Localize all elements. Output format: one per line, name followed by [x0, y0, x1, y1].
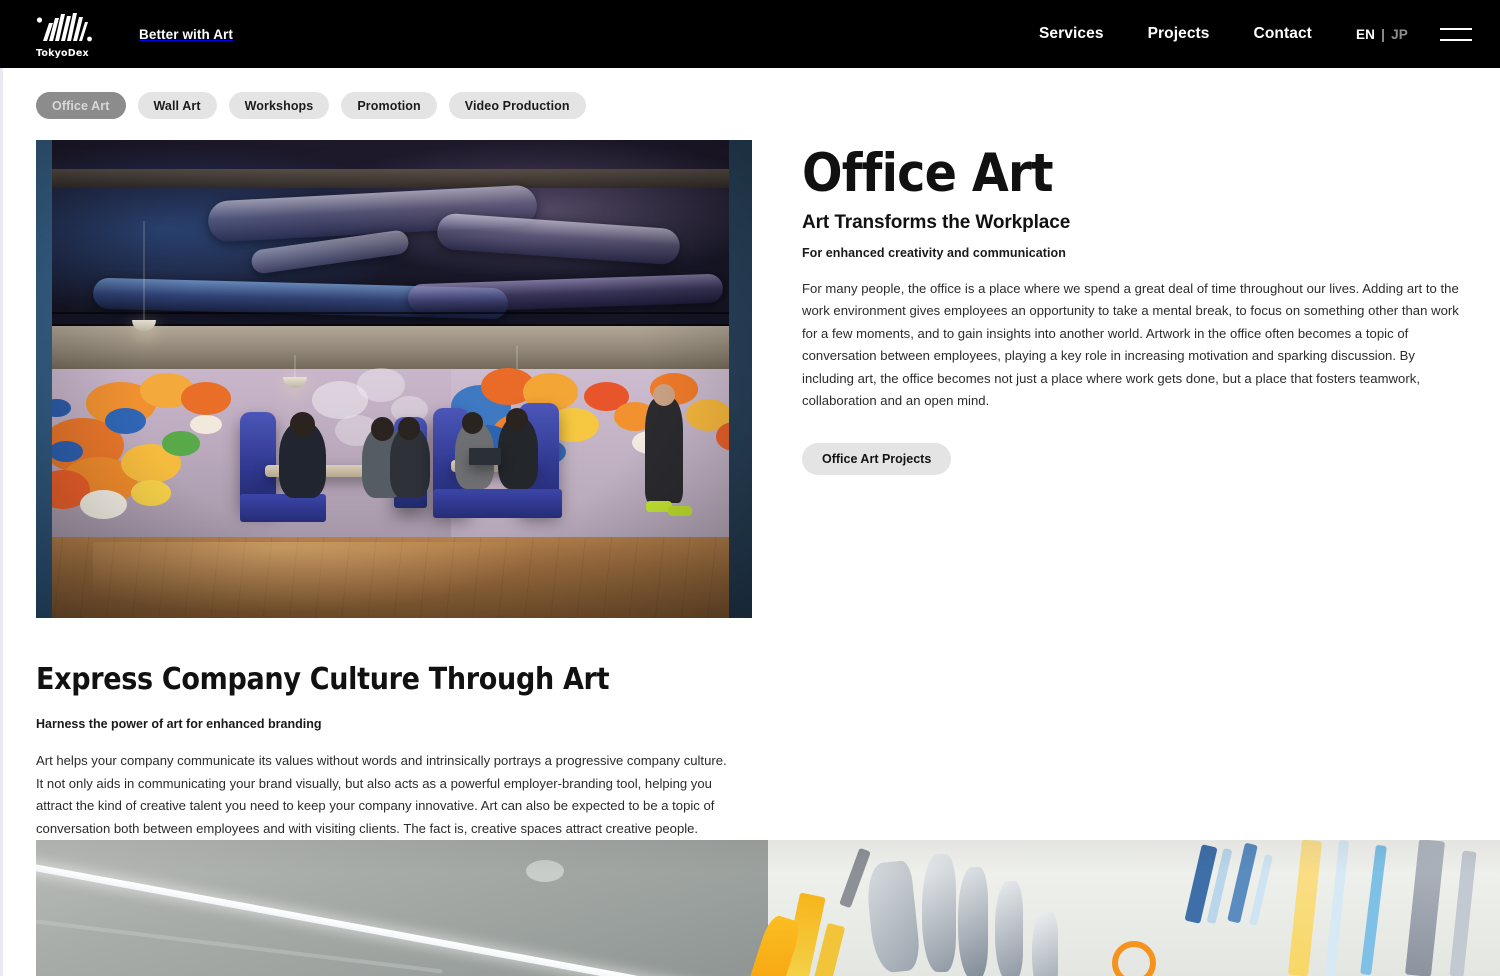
site-header: TokyoDex Better with Art Services Projec…	[0, 0, 1500, 68]
walking-person	[644, 398, 684, 504]
language-option-en[interactable]: EN	[1356, 27, 1375, 42]
hero-section: Office Art Art Transforms the Workplace …	[0, 119, 1500, 618]
nav-item-projects[interactable]: Projects	[1148, 25, 1210, 43]
ceiling-panel	[36, 840, 798, 976]
filter-chip-video-production[interactable]: Video Production	[448, 92, 586, 119]
viewport-left-edge	[0, 68, 3, 976]
filter-chip-workshops[interactable]: Workshops	[228, 92, 330, 119]
primary-navigation: Services Projects Contact EN | JP	[995, 23, 1500, 45]
hero-kicker: For enhanced creativity and communicatio…	[802, 245, 1066, 260]
hero-photo-scene	[36, 140, 752, 618]
filter-chip-wall-art[interactable]: Wall Art	[137, 92, 217, 119]
section-subheading: Harness the power of art for enhanced br…	[36, 717, 322, 731]
office-ceiling-mural-wide-photo	[36, 840, 1500, 976]
mural-shape-metallic	[994, 880, 1023, 976]
booth-seat-base	[240, 493, 326, 523]
pendant-lamp	[132, 221, 157, 332]
language-separator: |	[1381, 26, 1386, 42]
nav-item-contact[interactable]: Contact	[1254, 25, 1312, 43]
filter-chip-promotion[interactable]: Promotion	[341, 92, 437, 119]
person-head	[653, 383, 676, 406]
ceiling-slab	[36, 168, 752, 188]
person-head	[371, 417, 394, 442]
floor-light-reflection	[93, 541, 538, 614]
photo-left-edge	[36, 140, 52, 618]
language-option-jp[interactable]: JP	[1391, 27, 1408, 42]
laptop	[469, 448, 502, 465]
section-heading: Express Company Culture Through Art	[36, 662, 610, 697]
shoe	[667, 505, 692, 517]
brand-home-link[interactable]: TokyoDex Better with Art	[36, 11, 234, 59]
hero-subtitle: Art Transforms the Workplace	[802, 211, 1071, 233]
section-body-text: Art helps your company communicate its v…	[36, 753, 727, 836]
hero-image-column	[36, 140, 752, 618]
mural-artwork-right	[451, 365, 752, 508]
photo-right-edge	[729, 140, 752, 618]
booth-seat-base	[433, 488, 563, 518]
person-head	[290, 412, 315, 438]
hamburger-menu-icon[interactable]	[1440, 23, 1472, 45]
mural-shape-metallic	[1031, 910, 1058, 976]
office-art-projects-button[interactable]: Office Art Projects	[802, 442, 952, 475]
filter-chip-office-art[interactable]: Office Art	[36, 92, 126, 119]
page-title: Office Art	[802, 143, 1054, 204]
language-switcher: EN | JP	[1356, 27, 1408, 42]
tokyodex-logo-wordmark: TokyoDex	[36, 47, 89, 59]
person-head	[505, 407, 528, 431]
hamburger-line-top	[1440, 27, 1472, 30]
category-filter-bar: Office Art Wall Art Workshops Promotion …	[0, 68, 1500, 119]
site-tagline: Better with Art	[139, 26, 234, 42]
hamburger-line-bottom	[1440, 38, 1472, 41]
nav-item-services[interactable]: Services	[1039, 25, 1104, 43]
hero-text-column: Office Art Art Transforms the Workplace …	[752, 140, 1500, 618]
company-culture-section: Express Company Culture Through Art Harn…	[0, 618, 1500, 840]
hero-body-text: For many people, the office is a place w…	[802, 280, 1459, 409]
mural-shape-metallic	[921, 853, 956, 972]
mural-shape-metallic	[958, 867, 989, 976]
tokyodex-logo-icon: TokyoDex	[36, 11, 92, 59]
office-art-mural-lounge-photo	[36, 140, 752, 618]
